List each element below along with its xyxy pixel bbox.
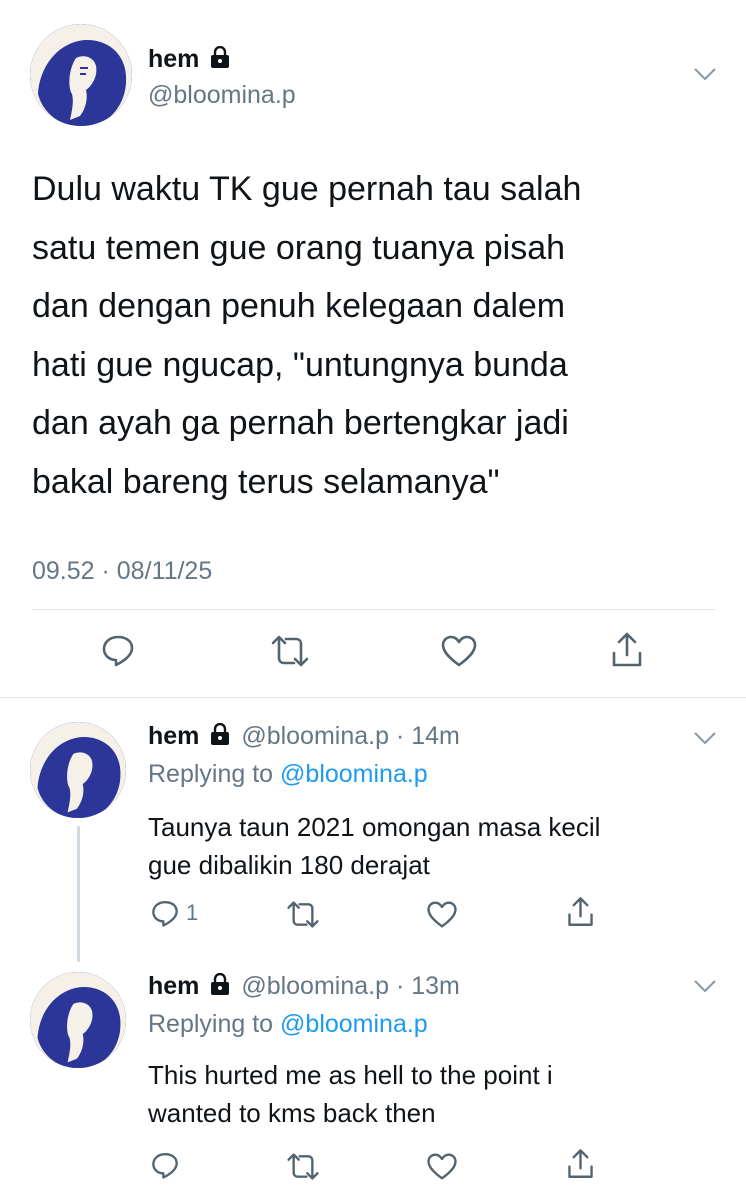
replying-to: Replying to @bloomina.p — [148, 1008, 428, 1040]
lock-icon — [210, 971, 230, 1003]
replying-label: Replying to — [148, 1010, 274, 1038]
share-button[interactable] — [566, 1147, 595, 1181]
reply-text-line: wanted to kms back then — [148, 1098, 436, 1128]
thread-line — [77, 826, 80, 962]
replying-label: Replying to — [148, 760, 274, 788]
replying-to: Replying to @bloomina.p — [148, 758, 428, 790]
tweet-text-line: dan ayah ga pernah bertengkar jadi — [32, 404, 569, 442]
avatar-illustration — [30, 722, 126, 818]
retweet-button[interactable] — [270, 634, 310, 668]
chevron-down-icon[interactable] — [692, 730, 718, 751]
separator-dot: · — [395, 972, 405, 1000]
handle[interactable]: @bloomina.p — [241, 972, 389, 1000]
display-name-text[interactable]: hem — [148, 972, 199, 1000]
avatar[interactable] — [30, 722, 126, 818]
heart-icon — [441, 635, 477, 667]
like-button[interactable] — [440, 634, 478, 668]
tweet-text-line: dan dengan penuh kelegaan dalem — [32, 287, 566, 325]
tweet-text: Dulu waktu TK gue pernah tau salah satu … — [32, 160, 732, 511]
lock-icon — [210, 45, 230, 75]
reply-icon — [102, 635, 134, 667]
retweet-icon — [271, 635, 309, 667]
reply-time[interactable]: 13m — [411, 972, 460, 1000]
chevron-down-icon[interactable] — [692, 978, 718, 999]
reply-button[interactable] — [150, 1150, 180, 1180]
reply-text: Taunya taun 2021 omongan masa kecil gue … — [148, 808, 728, 884]
display-name[interactable]: hem — [148, 44, 230, 75]
share-icon — [568, 1149, 593, 1178]
share-button[interactable] — [566, 895, 595, 929]
replying-handle-link[interactable]: @bloomina.p — [280, 1010, 428, 1038]
reply-header: hem @bloomina.p · 14m — [148, 720, 460, 753]
divider — [32, 609, 716, 610]
handle[interactable]: @bloomina.p — [148, 80, 296, 110]
like-button[interactable] — [426, 900, 458, 929]
display-name-text[interactable]: hem — [148, 722, 199, 750]
tweet-text-line: satu temen gue orang tuanya pisah — [32, 228, 566, 267]
share-icon — [612, 632, 642, 667]
reply-time[interactable]: 14m — [411, 722, 460, 750]
reply-header: hem @bloomina.p · 13m — [148, 970, 460, 1003]
retweet-icon — [287, 1153, 319, 1180]
reply-text-line: Taunya taun 2021 omongan masa kecil — [148, 812, 601, 842]
retweet-button[interactable] — [286, 1152, 320, 1181]
lock-icon — [210, 721, 230, 753]
reply-icon — [152, 901, 178, 927]
heart-icon — [427, 1153, 457, 1180]
handle[interactable]: @bloomina.p — [241, 722, 389, 750]
avatar[interactable] — [30, 24, 132, 126]
timestamp[interactable]: 09.52 · 08/11/25 — [32, 556, 212, 586]
share-icon — [568, 897, 593, 926]
tweet-text-line: hati gue ngucap, "untungnya bunda — [32, 345, 568, 384]
reply-count: 1 — [186, 900, 199, 925]
reply-text-line: gue dibalikin 180 derajat — [148, 850, 430, 880]
retweet-button[interactable] — [286, 900, 320, 929]
avatar[interactable] — [30, 972, 126, 1068]
share-button[interactable] — [610, 630, 644, 670]
avatar-illustration — [30, 972, 126, 1068]
reply-text: This hurted me as hell to the point i wa… — [148, 1056, 728, 1132]
reply-button[interactable] — [100, 632, 136, 668]
replying-handle-link[interactable]: @bloomina.p — [280, 760, 428, 788]
heart-icon — [427, 901, 457, 928]
reply-text-line: This hurted me as hell to the point i — [148, 1060, 553, 1090]
chevron-down-icon[interactable] — [692, 66, 718, 87]
divider — [0, 697, 746, 698]
separator-dot: · — [395, 722, 405, 750]
display-name-text[interactable]: hem — [148, 45, 199, 73]
reply-button[interactable]: 1 — [150, 898, 198, 928]
tweet-text-line: bakal bareng terus selamanya" — [32, 462, 500, 501]
avatar-illustration — [30, 24, 132, 126]
tweet-text-line: Dulu waktu TK gue pernah tau salah — [32, 170, 582, 208]
like-button[interactable] — [426, 1152, 458, 1181]
reply-icon — [152, 1153, 178, 1179]
retweet-icon — [287, 901, 319, 928]
